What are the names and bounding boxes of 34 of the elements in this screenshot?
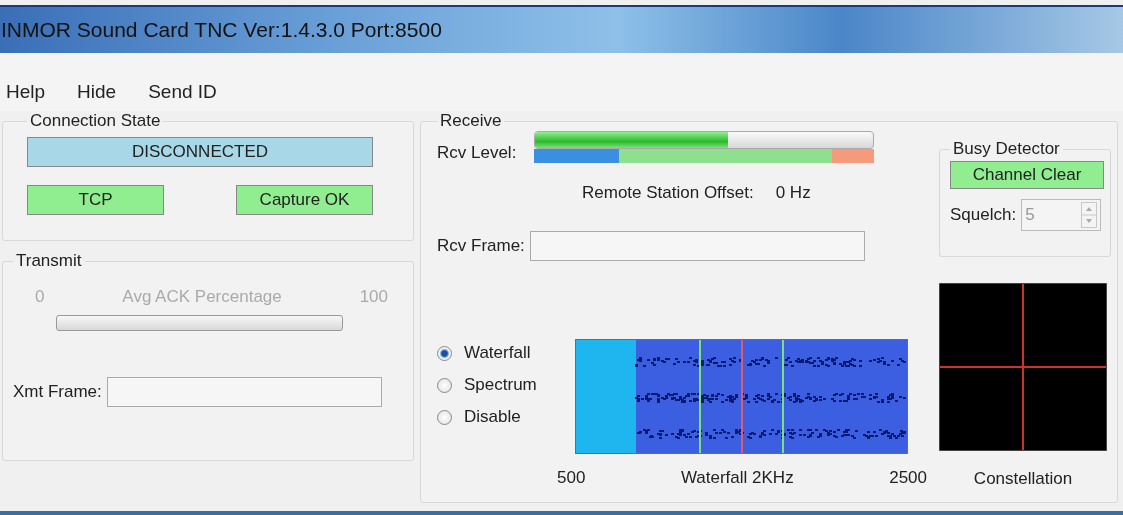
group-title: Transmit <box>15 251 83 271</box>
field-label: Rcv Frame: <box>437 236 525 256</box>
status-indicator: Channel Clear <box>950 161 1104 189</box>
offset-label: Remote Station Offset: <box>582 183 754 203</box>
scale-label: 100 <box>359 287 388 307</box>
status-indicator: TCP <box>27 185 164 215</box>
radio-label[interactable]: Waterfall <box>464 343 531 363</box>
field-label: Xmt Frame: <box>13 382 102 402</box>
window-title: INMOR Sound Card TNC Ver:1.4.3.0 Port:8500 <box>0 18 442 42</box>
radio-button[interactable] <box>437 345 452 361</box>
plot-label: Constellation <box>973 469 1073 489</box>
radio-button[interactable] <box>437 377 452 393</box>
status-indicator: Capture OK <box>236 185 373 215</box>
radio-label[interactable]: Spectrum <box>464 375 537 395</box>
axis-label: 500 <box>557 468 586 488</box>
group-title: Busy Detector <box>952 139 1061 159</box>
scale-label: 0 <box>35 287 45 307</box>
radio-label[interactable]: Disable <box>464 407 521 427</box>
group-title: Connection State <box>29 111 162 131</box>
meter-label: Avg ACK Percentage <box>122 287 282 307</box>
spin-arrows-icon[interactable] <box>1081 202 1098 228</box>
field-label: Squelch: <box>950 205 1017 225</box>
radio-button[interactable] <box>437 409 452 425</box>
status-indicator: DISCONNECTED <box>27 137 373 167</box>
axis-label: 2500 <box>889 468 927 488</box>
field-label: Rcv Level: <box>437 142 517 163</box>
input-field[interactable] <box>529 231 865 261</box>
group-title: Receive <box>439 111 503 131</box>
axis-title: Waterfall 2KHz <box>680 468 794 488</box>
menu-item[interactable]: Help <box>6 79 46 111</box>
menu-item[interactable]: Hide <box>77 79 117 111</box>
offset-value: 0 Hz <box>775 183 811 203</box>
menu-item[interactable]: Send ID <box>148 79 217 111</box>
input-field[interactable] <box>106 377 382 407</box>
